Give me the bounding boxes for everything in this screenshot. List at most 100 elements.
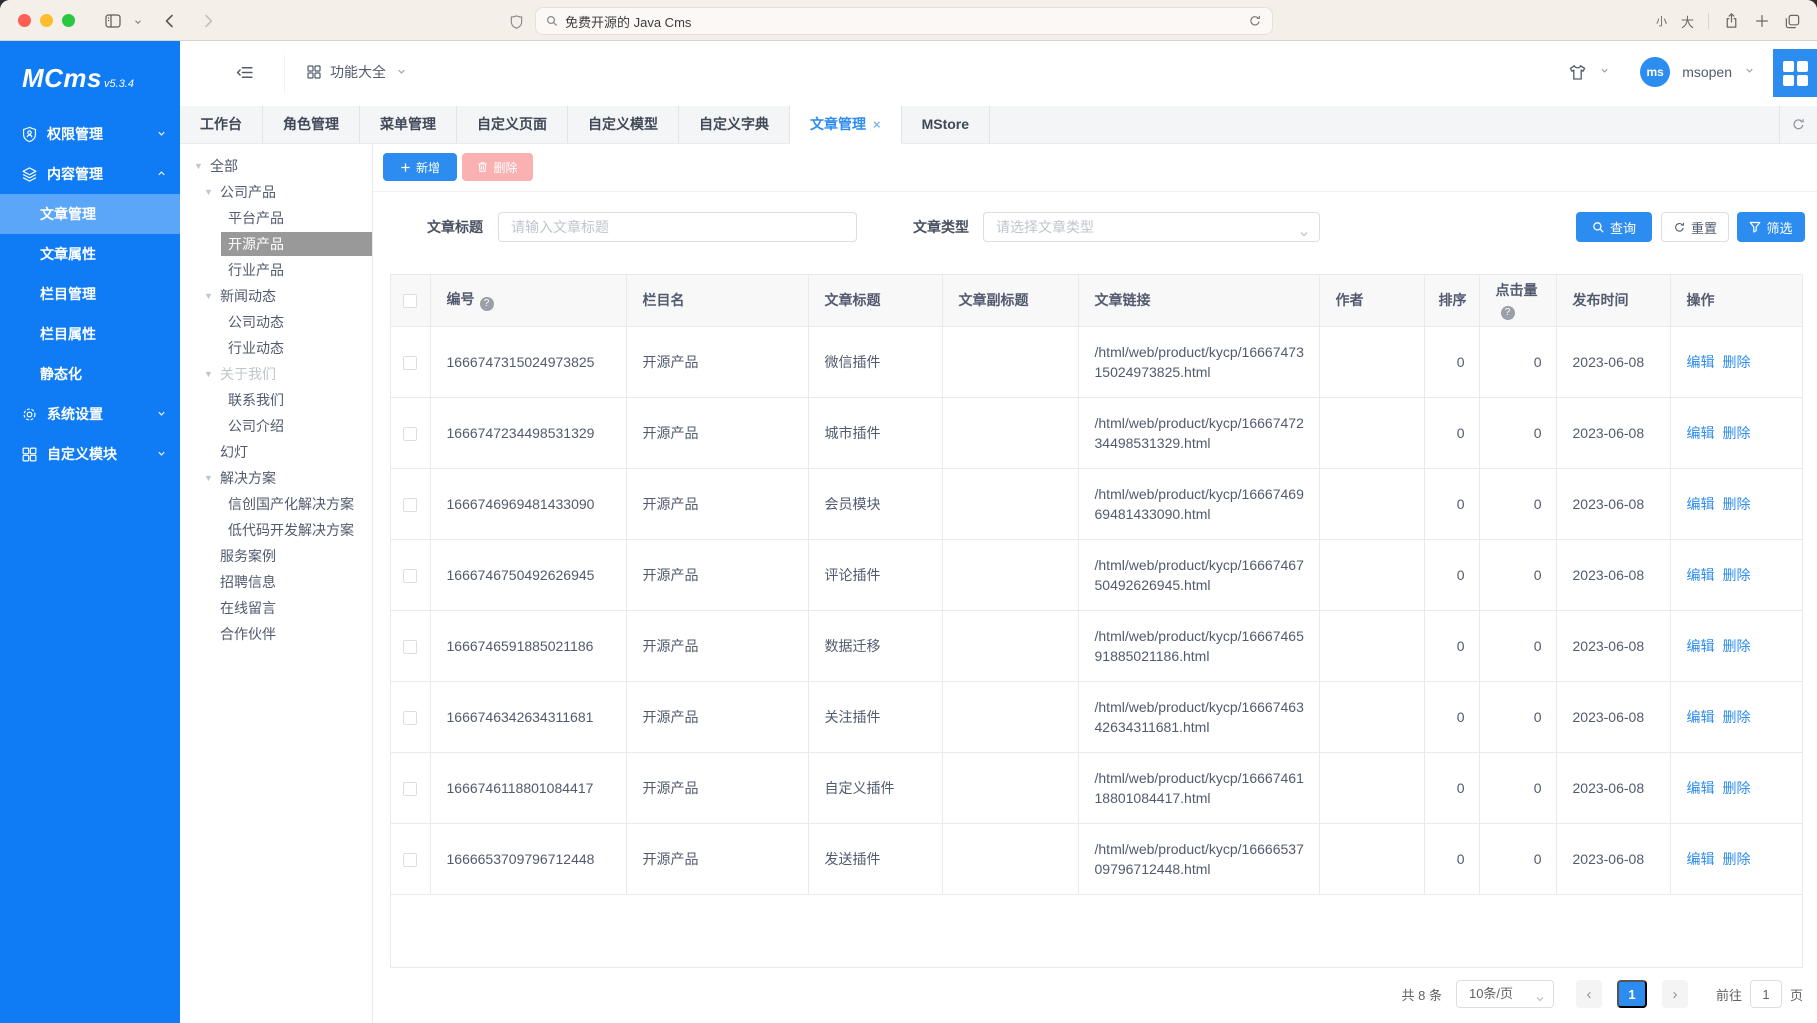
chevron-down-icon[interactable] [1744,63,1755,81]
tree-node[interactable]: ▼ 公司产品 [180,179,372,205]
sidebar-item-system[interactable]: 系统设置 [0,394,180,434]
text-zoom-out-button[interactable]: 小 [1656,13,1667,29]
tab[interactable]: 自定义字典 [679,106,790,143]
row-checkbox[interactable] [403,640,417,654]
tree-node[interactable]: ▼ 解决方案 [180,465,372,491]
browser-back-button[interactable] [157,8,183,34]
tree-node[interactable]: ▼ 公司介绍 [180,413,372,439]
prev-page-button[interactable]: ‹ [1576,980,1602,1008]
query-button[interactable]: 查询 [1576,212,1652,242]
tree-node[interactable]: ▼ 开源产品 [180,231,372,257]
row-checkbox[interactable] [403,427,417,441]
delete-link[interactable]: 删除 [1723,496,1751,512]
goto-page-input[interactable] [1750,980,1782,1008]
close-icon[interactable]: × [873,118,881,131]
sidebar-item-column-manage[interactable]: 栏目管理 [0,274,180,314]
page-1-button[interactable]: 1 [1617,980,1647,1008]
tree-node[interactable]: ▼ 合作伙伴 [180,621,372,647]
share-icon[interactable] [1723,12,1740,30]
collapse-sidebar-button[interactable] [235,63,254,87]
article-title-input[interactable] [498,212,857,242]
add-button[interactable]: 新增 [383,153,457,181]
delete-link[interactable]: 删除 [1723,851,1751,867]
tree-node[interactable]: ▼ 行业产品 [180,257,372,283]
reset-button[interactable]: 重置 [1661,212,1729,242]
avatar[interactable]: ms [1640,57,1670,87]
tree-node[interactable]: ▼ 行业动态 [180,335,372,361]
delete-link[interactable]: 删除 [1723,354,1751,370]
tab[interactable]: 菜单管理 [360,106,457,143]
help-icon[interactable] [480,297,494,311]
address-bar[interactable]: 免费开源的 Java Cms [535,7,1273,35]
apps-launcher-button[interactable] [1773,49,1817,97]
refresh-tab-button[interactable] [1779,106,1817,144]
edit-link[interactable]: 编辑 [1687,851,1715,867]
tree-node[interactable]: ▼ 全部 [180,153,372,179]
edit-link[interactable]: 编辑 [1687,709,1715,725]
tree-node[interactable]: ▼ 关于我们 [180,361,372,387]
tree-node[interactable]: ▼ 联系我们 [180,387,372,413]
row-checkbox[interactable] [403,356,417,370]
reload-icon[interactable] [1248,14,1262,28]
select-all-checkbox[interactable] [403,294,417,308]
tree-node[interactable]: ▼ 服务案例 [180,543,372,569]
tree-node[interactable]: ▼ 平台产品 [180,205,372,231]
sidebar-item-custom-module[interactable]: 自定义模块 [0,434,180,474]
edit-link[interactable]: 编辑 [1687,638,1715,654]
browser-sidebar-toggle[interactable] [100,8,126,34]
tree-node[interactable]: ▼ 公司动态 [180,309,372,335]
delete-link[interactable]: 删除 [1723,567,1751,583]
delete-link[interactable]: 删除 [1723,780,1751,796]
window-zoom-button[interactable] [62,14,75,27]
next-page-button[interactable]: › [1662,980,1688,1008]
delete-link[interactable]: 删除 [1723,425,1751,441]
sidebar-item-content[interactable]: 内容管理 [0,154,180,194]
window-close-button[interactable] [18,14,31,27]
sidebar-item-article-manage[interactable]: 文章管理 [0,194,180,234]
tree-node[interactable]: ▼ 幻灯 [180,439,372,465]
tabs-overview-icon[interactable] [1784,13,1801,30]
delete-link[interactable]: 删除 [1723,709,1751,725]
tree-node[interactable]: ▼ 新闻动态 [180,283,372,309]
tab[interactable]: 工作台 [180,106,263,143]
tab[interactable]: 自定义模型 [568,106,679,143]
tree-node[interactable]: ▼ 信创国产化解决方案 [180,491,372,517]
tree-node[interactable]: ▼ 招聘信息 [180,569,372,595]
row-checkbox[interactable] [403,498,417,512]
sidebar-item-permission[interactable]: 权限管理 [0,114,180,154]
browser-forward-button[interactable] [195,8,221,34]
edit-link[interactable]: 编辑 [1687,567,1715,583]
delete-link[interactable]: 删除 [1723,638,1751,654]
row-checkbox[interactable] [403,782,417,796]
sidebar-item-article-attrs[interactable]: 文章属性 [0,234,180,274]
sidebar-item-static[interactable]: 静态化 [0,354,180,394]
row-checkbox[interactable] [403,853,417,867]
text-zoom-in-button[interactable]: 大 [1681,12,1694,31]
help-icon[interactable] [1501,306,1515,320]
sidebar-item-column-attrs[interactable]: 栏目属性 [0,314,180,354]
row-checkbox[interactable] [403,711,417,725]
theme-tshirt-icon[interactable] [1568,63,1587,82]
edit-link[interactable]: 编辑 [1687,425,1715,441]
filter-button[interactable]: 筛选 [1737,212,1805,242]
tab[interactable]: 自定义页面 [457,106,568,143]
new-tab-icon[interactable] [1754,13,1770,29]
tab[interactable]: 角色管理 [263,106,360,143]
tree-node[interactable]: ▼ 在线留言 [180,595,372,621]
chevron-down-icon[interactable] [133,17,143,27]
window-minimize-button[interactable] [40,14,53,27]
page-size-select[interactable]: 10条/页 [1456,980,1554,1008]
row-checkbox[interactable] [403,569,417,583]
edit-link[interactable]: 编辑 [1687,780,1715,796]
edit-link[interactable]: 编辑 [1687,354,1715,370]
privacy-report-button[interactable] [503,9,529,35]
edit-link[interactable]: 编辑 [1687,496,1715,512]
delete-button[interactable]: 删除 [462,153,533,181]
chevron-down-icon[interactable] [1599,63,1610,81]
tab[interactable]: MStore [902,106,990,143]
article-type-select[interactable]: 请选择文章类型 [983,212,1320,242]
cell-sort: 0 [1424,610,1479,681]
tab[interactable]: 文章管理 × [790,106,902,144]
tree-node[interactable]: ▼ 低代码开发解决方案 [180,517,372,543]
function-menu[interactable]: 功能大全 [306,62,407,82]
